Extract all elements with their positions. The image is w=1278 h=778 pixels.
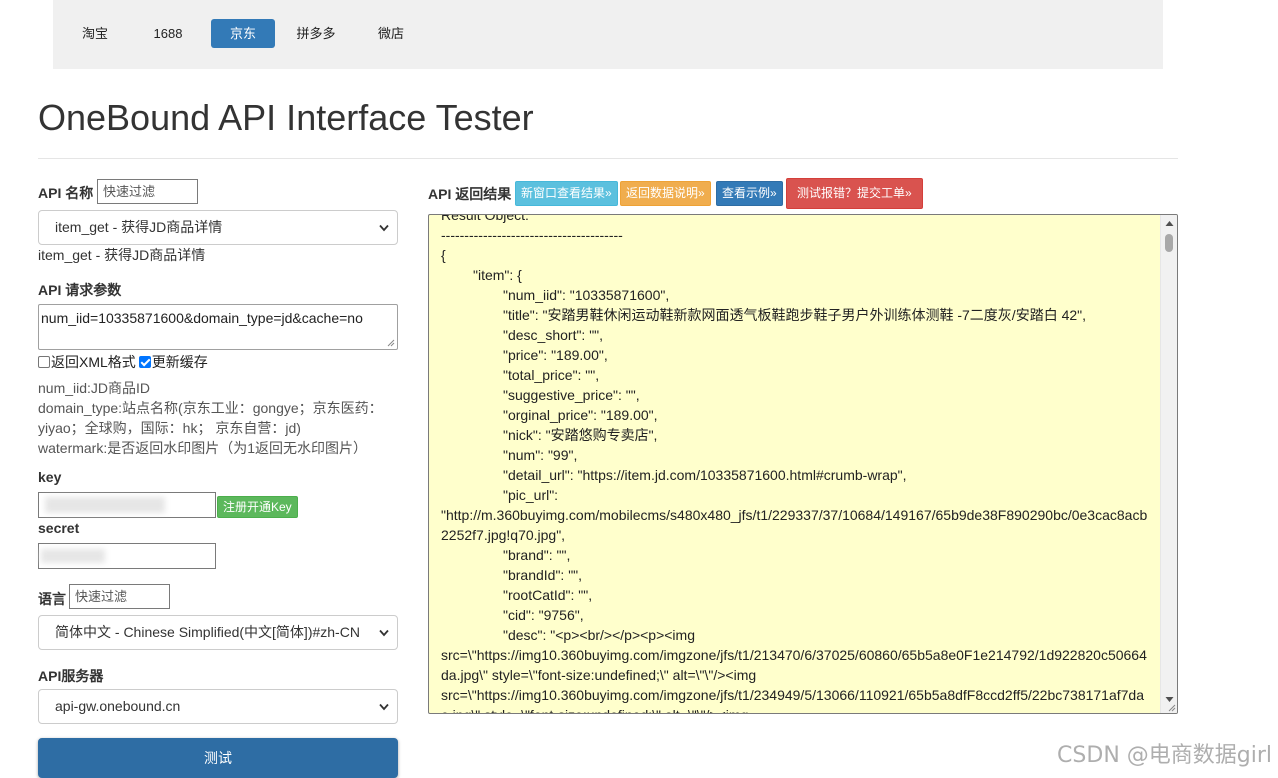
result-line: "http://m.360buyimg.com/mobilecms/s480x4… (441, 507, 1148, 523)
tab-weidian[interactable]: 微店 (363, 19, 419, 48)
result-line: src=\"https://img10.360buyimg.com/imgzon… (441, 647, 1147, 663)
api-description: item_get - 获得JD商品详情 (38, 247, 206, 263)
result-line: "brandId": "", (503, 567, 583, 583)
result-line: "desc": "<p><br/></p><p><img (503, 627, 695, 643)
params-textarea[interactable]: num_iid=10335871600&domain_type=jd&cache… (38, 304, 398, 350)
language-label: 语言 (38, 591, 66, 607)
result-line: "brand": "", (503, 547, 571, 563)
chevron-down-icon (379, 703, 389, 711)
scroll-up-icon[interactable] (1165, 220, 1174, 227)
result-line: "detail_url": "https://item.jd.com/10335… (503, 467, 907, 483)
redacted-value (45, 497, 165, 513)
result-line: "rootCatId": "", (503, 587, 593, 603)
cache-checkbox[interactable] (138, 356, 151, 368)
chevron-down-icon (379, 629, 389, 637)
platform-tabs: 淘宝 1688 京东 拼多多 微店 (53, 0, 1163, 69)
result-line: da.jpg\" style=\"font-size:undefined;\" … (441, 667, 757, 683)
result-label: API 返回结果 (428, 186, 512, 202)
result-line: --------------------------------------- (441, 227, 623, 243)
tab-1688[interactable]: 1688 (139, 19, 197, 48)
result-line: "pic_url": (503, 487, 559, 503)
result-line: "cid": "9756", (503, 607, 584, 623)
data-description-button[interactable]: 返回数据说明» (620, 181, 711, 206)
language-select[interactable]: 简体中文 - Chinese Simplified(中文[简体])#zh-CN (38, 615, 398, 650)
result-line: "item": { (473, 267, 522, 283)
api-select-value: item_get - 获得JD商品详情 (55, 219, 223, 235)
params-value: num_iid=10335871600&domain_type=jd&cache… (41, 310, 363, 326)
redacted-value (41, 549, 105, 563)
report-error-button[interactable]: 测试报错？提交工单» (786, 178, 923, 209)
params-label: API 请求参数 (38, 282, 122, 298)
result-line: "desc_short": "", (503, 327, 604, 343)
result-line: "price": "189.00", (503, 347, 608, 363)
view-example-button[interactable]: 查看示例» (716, 181, 783, 206)
result-line: "suggestive_price": "", (503, 387, 640, 403)
tab-pinduoduo[interactable]: 拼多多 (287, 19, 345, 48)
tab-jd[interactable]: 京东 (211, 19, 275, 48)
resize-handle-icon[interactable] (1168, 704, 1176, 712)
chevron-down-icon (379, 224, 389, 232)
server-select-value: api-gw.onebound.cn (55, 698, 181, 714)
result-line: "num_iid": "10335871600", (503, 287, 670, 303)
test-button[interactable]: 测试 (38, 738, 398, 778)
register-key-button[interactable]: 注册开通Key (217, 496, 298, 518)
key-input[interactable] (38, 492, 216, 518)
result-line: e.jpg\" style=\"font-size:undefined;\" a… (441, 705, 1153, 713)
tab-taobao[interactable]: 淘宝 (67, 19, 123, 48)
xml-checkbox-label: 返回XML格式 (51, 354, 136, 370)
cache-checkbox-label: 更新缓存 (151, 354, 208, 370)
result-output[interactable]: Result Object: --------------------------… (428, 214, 1178, 714)
help-line: domain_type:站点名称(京东工业：gongye；京东医药： (38, 400, 383, 416)
result-line: src=\"https://img10.360buyimg.com/imgzon… (441, 687, 1145, 703)
result-line: { (441, 247, 446, 263)
result-line: "orginal_price": "189.00", (503, 407, 658, 423)
secret-label: secret (38, 520, 80, 536)
result-line: "total_price": "", (503, 367, 600, 383)
language-select-value: 简体中文 - Chinese Simplified(中文[简体])#zh-CN (55, 624, 360, 640)
result-line: "title": "安踏男鞋休闲运动鞋新款网面透气板鞋跑步鞋子男户外训练体测鞋 … (503, 307, 1087, 323)
page-title: OneBound API Interface Tester (38, 97, 534, 138)
help-line: yiyao；全球购，国际：hk； 京东自营：jd) (38, 420, 301, 436)
result-line: 2252f7.jpg!q70.jpg", (441, 527, 566, 543)
open-new-window-button[interactable]: 新窗口查看结果» (515, 181, 618, 206)
options-row: 返回XML格式 更新缓存 (38, 352, 208, 372)
server-select[interactable]: api-gw.onebound.cn (38, 689, 398, 724)
xml-checkbox[interactable] (38, 356, 50, 368)
result-line: Result Object: (441, 214, 529, 223)
resize-handle-icon[interactable] (387, 339, 395, 347)
api-name-label: API 名称 (38, 185, 94, 201)
api-filter-input[interactable]: 快速过滤 (97, 179, 198, 204)
divider (38, 158, 1178, 159)
scrollbar-thumb[interactable] (1165, 234, 1173, 252)
scrollbar[interactable] (1160, 215, 1177, 713)
result-line: "num": "99", (503, 447, 578, 463)
help-line: num_iid:JD商品ID (38, 380, 151, 396)
key-label: key (38, 469, 62, 485)
language-filter-input[interactable]: 快速过滤 (69, 584, 170, 609)
help-line: watermark:是否返回水印图片（为1返回无水印图片） (38, 440, 368, 456)
result-text: Result Object: --------------------------… (441, 214, 1153, 713)
server-label: API服务器 (38, 668, 104, 684)
secret-input[interactable] (38, 543, 216, 569)
csdn-watermark: CSDN @电商数据girl (1057, 743, 1272, 768)
result-line: "nick": "安踏悠购专卖店", (503, 427, 658, 443)
scroll-down-icon[interactable] (1165, 696, 1174, 703)
api-select[interactable]: item_get - 获得JD商品详情 (38, 210, 398, 245)
